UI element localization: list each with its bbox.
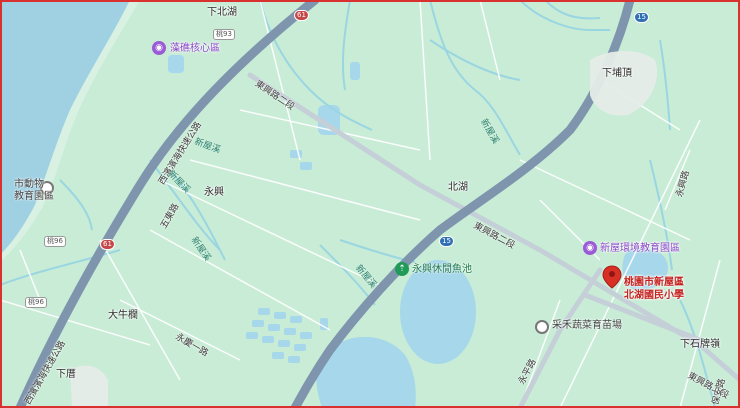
poi-zoo-line1[interactable]: 市動物 <box>14 180 44 190</box>
camera-icon[interactable]: ◉ <box>583 241 597 255</box>
place-yongxing[interactable]: 永興 <box>204 188 224 198</box>
map-canvas[interactable] <box>0 0 740 408</box>
urban-area <box>590 51 657 116</box>
route-shield-15: 15 <box>439 236 454 247</box>
map-view[interactable]: 下北湖 下埔頂 北湖 永興 大牛欄 下厝 下石牌嶺 ◉ 藻礁核心區 市動物 教育… <box>0 0 740 408</box>
route-shield-61: 61 <box>294 10 309 21</box>
ponds <box>168 55 668 408</box>
poi-zaojiao[interactable]: 藻礁核心區 <box>170 44 220 54</box>
route-shield-b96: 桃96 <box>44 236 66 247</box>
poi-nursery[interactable]: 采禾蔬菜育苗場 <box>552 321 622 331</box>
poi-xinwu-env[interactable]: 新屋環境教育園區 <box>600 244 680 254</box>
expressways <box>15 0 635 408</box>
route-shield-61: 61 <box>100 239 115 250</box>
pond-c <box>168 55 184 73</box>
pin-label-line2: 北湖國民小學 <box>624 290 684 301</box>
park-icon[interactable]: ⇡ <box>395 262 409 276</box>
fishpond-large <box>400 260 476 364</box>
route-shield-b93: 桃93 <box>213 29 235 40</box>
poi-zoo-line2[interactable]: 教育園區 <box>14 192 54 202</box>
location-pin <box>602 265 622 289</box>
pond-d <box>290 150 302 158</box>
pin-label[interactable]: 桃園市新屋區 北湖國民小學 <box>624 276 684 302</box>
route-shield-15: 15 <box>634 12 649 23</box>
place-marker-icon[interactable] <box>535 320 549 334</box>
yongping-road <box>517 267 603 408</box>
camera-icon[interactable]: ◉ <box>152 41 166 55</box>
pond-b <box>350 62 360 80</box>
place-xiacuo[interactable]: 下厝 <box>56 370 76 380</box>
fishpond-grid <box>246 308 328 363</box>
poi-leisure-fishpond[interactable]: 永興休閒魚池 <box>412 265 472 275</box>
place-xiabeihu[interactable]: 下北湖 <box>207 8 237 18</box>
place-xiapuding[interactable]: 下埔頂 <box>602 69 632 79</box>
pin-label-line1: 桃園市新屋區 <box>624 277 684 288</box>
place-beihu[interactable]: 北湖 <box>448 183 468 193</box>
place-daniulan[interactable]: 大牛欄 <box>108 311 138 321</box>
place-xiashiduling[interactable]: 下石牌嶺 <box>680 340 720 350</box>
route-shield-b96: 桃96 <box>25 297 47 308</box>
pond-e <box>300 162 312 170</box>
